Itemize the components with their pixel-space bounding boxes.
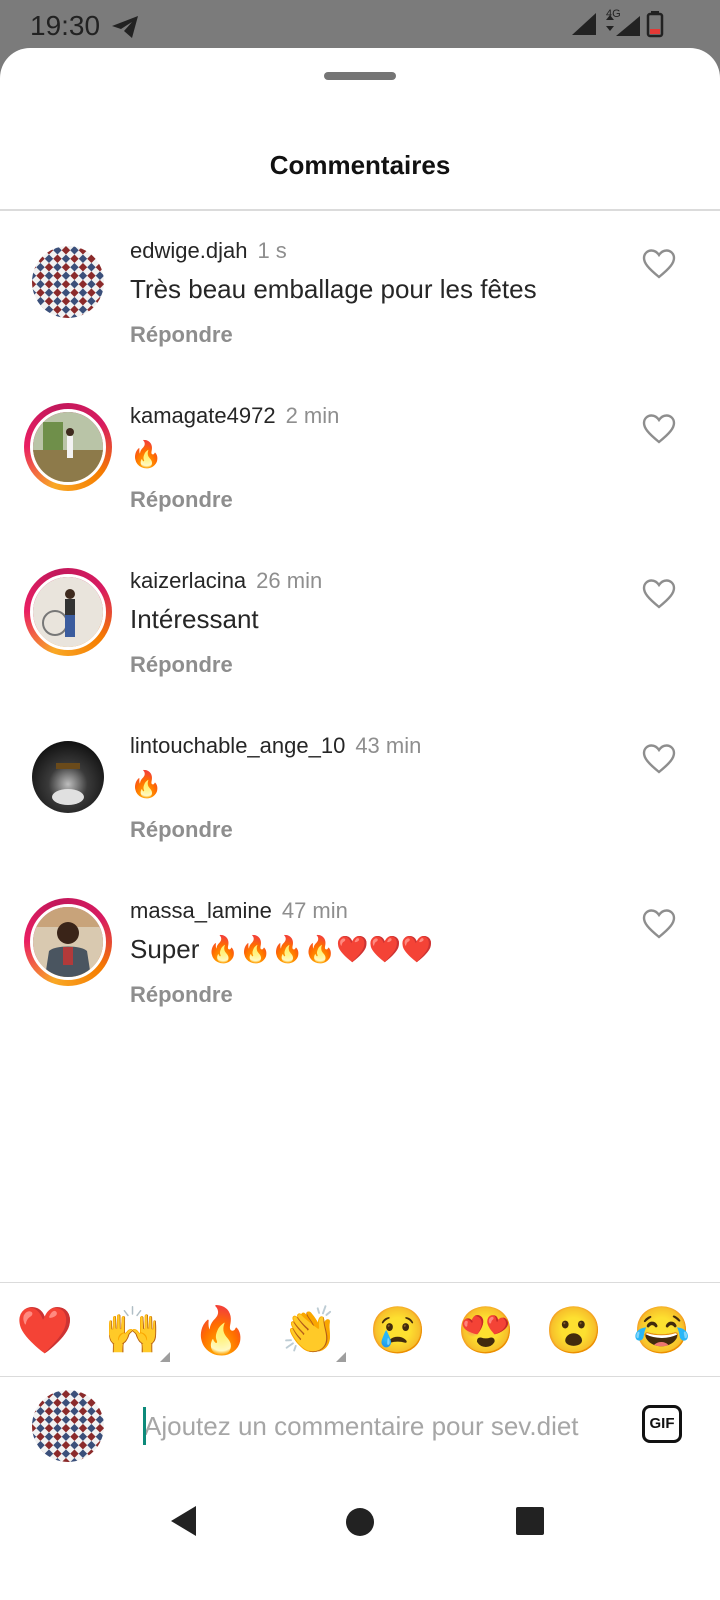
comment-username[interactable]: edwige.djah xyxy=(130,238,247,263)
reaction-crying-face[interactable]: 😢 xyxy=(368,1300,428,1360)
comment-meta: massa_lamine 47 min xyxy=(130,898,348,924)
recents-icon[interactable] xyxy=(515,1506,545,1536)
comment-time: 1 s xyxy=(257,238,287,263)
comment-text: 🔥 xyxy=(130,769,163,799)
navigation-bar xyxy=(0,1480,720,1560)
divider xyxy=(0,209,720,211)
heart-outline-icon[interactable] xyxy=(642,743,676,775)
avatar-image xyxy=(30,904,106,980)
home-icon[interactable] xyxy=(345,1507,375,1537)
text-caret xyxy=(143,1407,146,1445)
comment-meta: edwige.djah 1 s xyxy=(130,238,287,264)
avatar[interactable] xyxy=(24,238,112,326)
comment-username[interactable]: lintouchable_ange_10 xyxy=(130,733,345,758)
comment-item: edwige.djah 1 s Très beau emballage pour … xyxy=(0,238,720,388)
comment-username[interactable]: kaizerlacina xyxy=(130,568,246,593)
comment-text: Super 🔥🔥🔥🔥❤️❤️❤️ xyxy=(130,934,434,964)
reaction-raising-hands[interactable]: 🙌 xyxy=(103,1300,163,1360)
avatar-image xyxy=(32,741,104,813)
status-icons: 4G xyxy=(570,8,664,38)
comments-sheet: Commentaires edwige.djah 1 s Très beau e… xyxy=(0,48,720,1600)
divider xyxy=(0,1376,720,1377)
gif-button[interactable]: GIF xyxy=(642,1405,682,1443)
avatar-story-ring[interactable] xyxy=(24,568,112,656)
avatar-story-ring[interactable] xyxy=(24,403,112,491)
avatar[interactable] xyxy=(24,733,112,821)
reaction-heart[interactable]: ❤️ xyxy=(15,1300,75,1360)
comment-item: massa_lamine 47 min Super 🔥🔥🔥🔥❤️❤️❤️ Répo… xyxy=(0,898,720,1048)
reaction-heart-eyes[interactable]: 😍 xyxy=(456,1300,516,1360)
reply-button[interactable]: Répondre xyxy=(130,487,233,513)
reaction-tears-of-joy[interactable]: 😂 xyxy=(632,1300,692,1360)
battery-low-icon xyxy=(646,11,664,38)
comment-item: kamagate4972 2 min 🔥 Répondre xyxy=(0,403,720,553)
comment-meta: kamagate4972 2 min xyxy=(130,403,339,429)
skin-tone-indicator xyxy=(160,1352,170,1362)
comment-meta: kaizerlacina 26 min xyxy=(130,568,322,594)
status-bar: 19:30 4G xyxy=(0,0,720,54)
comment-input[interactable] xyxy=(144,1404,606,1448)
signal-4g-icon: 4G xyxy=(602,8,642,38)
drag-handle[interactable] xyxy=(324,72,396,80)
comment-text: 🔥 xyxy=(130,439,163,469)
reply-button[interactable]: Répondre xyxy=(130,982,233,1008)
heart-outline-icon[interactable] xyxy=(642,413,676,445)
comment-username[interactable]: massa_lamine xyxy=(130,898,272,923)
skin-tone-indicator xyxy=(336,1352,346,1362)
comment-username[interactable]: kamagate4972 xyxy=(130,403,276,428)
comment-text: Intéressant xyxy=(130,604,259,634)
quick-reaction-bar: ❤️ 🙌 🔥 👏 😢 😍 😮 😂 xyxy=(0,1300,720,1364)
reaction-clapping-hands[interactable]: 👏 xyxy=(280,1300,340,1360)
heart-outline-icon[interactable] xyxy=(642,248,676,280)
status-time: 19:30 xyxy=(30,10,101,41)
heart-outline-icon[interactable] xyxy=(642,578,676,610)
comment-item: kaizerlacina 26 min Intéressant Répondre xyxy=(0,568,720,718)
reply-button[interactable]: Répondre xyxy=(130,322,233,348)
comment-time: 26 min xyxy=(256,568,323,593)
comment-meta: lintouchable_ange_10 43 min xyxy=(130,733,421,759)
avatar-story-ring[interactable] xyxy=(24,898,112,986)
sheet-title: Commentaires xyxy=(269,150,451,180)
signal-icon xyxy=(572,13,596,35)
divider xyxy=(0,1282,720,1283)
comment-time: 43 min xyxy=(355,733,422,758)
avatar-image xyxy=(32,246,104,318)
reaction-surprised-face[interactable]: 😮 xyxy=(544,1300,604,1360)
reply-button[interactable]: Répondre xyxy=(130,817,233,843)
comment-time: 47 min xyxy=(281,898,348,923)
reaction-fire[interactable]: 🔥 xyxy=(191,1300,251,1360)
comment-text: Très beau emballage pour les fêtes xyxy=(130,274,537,304)
back-icon[interactable] xyxy=(168,1504,200,1538)
reply-button[interactable]: Répondre xyxy=(130,652,233,678)
telegram-icon xyxy=(112,16,138,38)
comment-item: lintouchable_ange_10 43 min 🔥 Répondre xyxy=(0,733,720,883)
current-user-avatar xyxy=(32,1390,104,1462)
avatar-image xyxy=(30,574,106,650)
avatar-image xyxy=(30,409,106,485)
heart-outline-icon[interactable] xyxy=(642,908,676,940)
comment-time: 2 min xyxy=(285,403,340,428)
